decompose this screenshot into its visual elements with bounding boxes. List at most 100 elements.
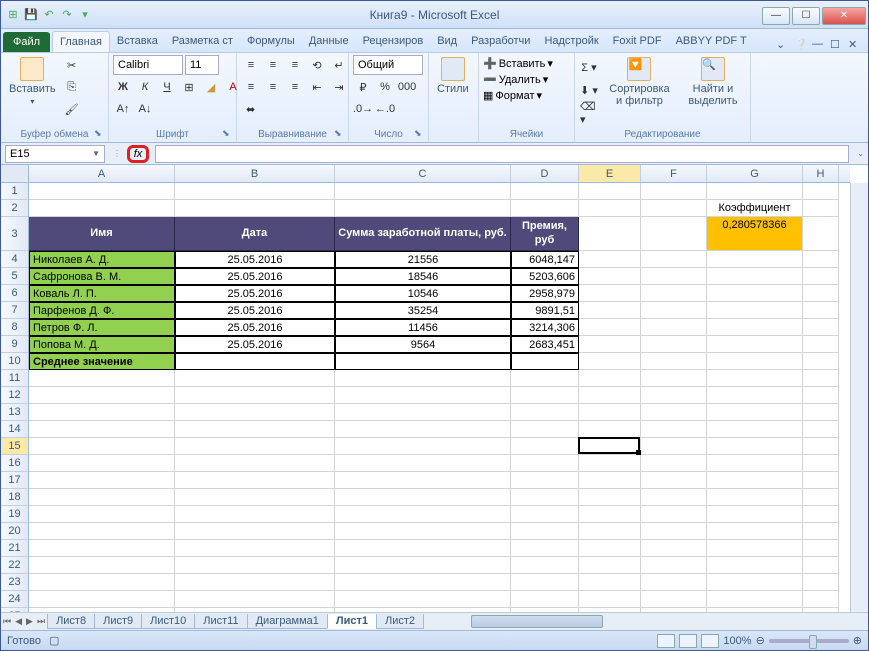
cell[interactable] — [511, 540, 579, 557]
border-button[interactable]: ⊞ — [179, 77, 199, 97]
col-header-B[interactable]: B — [175, 165, 335, 182]
cell[interactable] — [641, 285, 707, 302]
cell[interactable] — [335, 200, 511, 217]
sheet-tab-Лист10[interactable]: Лист10 — [141, 614, 195, 629]
cell[interactable] — [579, 523, 641, 540]
cell[interactable] — [579, 404, 641, 421]
cell[interactable] — [579, 302, 641, 319]
cell[interactable] — [641, 336, 707, 353]
cell[interactable] — [707, 523, 803, 540]
cell[interactable] — [803, 523, 839, 540]
cell[interactable] — [29, 574, 175, 591]
cell[interactable] — [175, 523, 335, 540]
cell[interactable] — [641, 319, 707, 336]
cell[interactable] — [511, 438, 579, 455]
ribbon-tab-3[interactable]: Формулы — [240, 31, 302, 52]
cell[interactable] — [511, 455, 579, 472]
cell[interactable] — [29, 421, 175, 438]
tab-nav-prev-icon[interactable]: ◀ — [13, 616, 24, 627]
cell[interactable] — [175, 404, 335, 421]
cell[interactable] — [511, 353, 579, 370]
font-launcher-icon[interactable]: ⬊ — [222, 128, 234, 140]
cell[interactable] — [29, 557, 175, 574]
cell[interactable] — [175, 574, 335, 591]
cell[interactable] — [175, 370, 335, 387]
row-header-23[interactable]: 23 — [1, 574, 28, 591]
cell[interactable] — [579, 353, 641, 370]
horizontal-scrollbar[interactable] — [427, 613, 868, 630]
cell[interactable] — [641, 506, 707, 523]
cell[interactable]: Николаев А. Д. — [29, 251, 175, 268]
insert-cells-button[interactable]: ➕Вставить ▾ — [483, 57, 553, 70]
cell[interactable]: 2958,979 — [511, 285, 579, 302]
col-header-D[interactable]: D — [511, 165, 579, 182]
underline-button[interactable]: Ч — [157, 77, 177, 97]
find-select-button[interactable]: 🔍Найти и выделить — [680, 55, 746, 109]
sort-filter-button[interactable]: 🔽Сортировка и фильтр — [601, 55, 678, 109]
cell[interactable] — [579, 268, 641, 285]
col-header-H[interactable]: H — [803, 165, 839, 182]
cell[interactable]: Среднее значение — [29, 353, 175, 370]
row-header-2[interactable]: 2 — [1, 200, 28, 217]
paste-button[interactable]: Вставить▾ — [5, 55, 60, 108]
cell[interactable] — [803, 472, 839, 489]
cell[interactable] — [175, 557, 335, 574]
cell[interactable] — [641, 438, 707, 455]
row-header-4[interactable]: 4 — [1, 251, 28, 268]
number-launcher-icon[interactable]: ⬊ — [414, 128, 426, 140]
cell[interactable] — [175, 353, 335, 370]
cell[interactable]: 25.05.2016 — [175, 302, 335, 319]
col-header-A[interactable]: A — [29, 165, 175, 182]
cell[interactable] — [579, 183, 641, 200]
cell[interactable] — [511, 387, 579, 404]
qat-more-icon[interactable]: ▾ — [77, 7, 93, 23]
cell[interactable]: 25.05.2016 — [175, 285, 335, 302]
cell[interactable] — [707, 319, 803, 336]
cell[interactable] — [707, 557, 803, 574]
cell[interactable] — [803, 574, 839, 591]
cell[interactable] — [641, 523, 707, 540]
cell[interactable] — [641, 472, 707, 489]
align-bottom-button[interactable]: ≡ — [285, 55, 305, 75]
insert-function-button[interactable]: fx — [127, 145, 149, 163]
styles-button[interactable]: Стили — [433, 55, 473, 97]
cell[interactable] — [579, 455, 641, 472]
cell[interactable] — [579, 370, 641, 387]
cell[interactable] — [29, 370, 175, 387]
cell[interactable]: Коэффициент — [707, 200, 803, 217]
cell[interactable] — [641, 455, 707, 472]
win-restore-icon[interactable]: ☐ — [830, 38, 844, 52]
cell[interactable] — [707, 455, 803, 472]
cell[interactable] — [707, 336, 803, 353]
currency-button[interactable]: ₽ — [353, 77, 373, 97]
cell[interactable]: Имя — [29, 217, 175, 251]
cell[interactable] — [29, 472, 175, 489]
win-minimize-icon[interactable]: — — [812, 38, 826, 52]
namebox-expand-icon[interactable]: ⋮ — [109, 149, 125, 158]
cell[interactable] — [707, 370, 803, 387]
cell[interactable] — [335, 438, 511, 455]
row-header-16[interactable]: 16 — [1, 455, 28, 472]
cell[interactable] — [175, 387, 335, 404]
sheet-tab-Лист11[interactable]: Лист11 — [194, 614, 247, 629]
cell[interactable] — [29, 404, 175, 421]
cell[interactable]: Сафронова В. М. — [29, 268, 175, 285]
cell[interactable] — [803, 319, 839, 336]
cell[interactable] — [511, 557, 579, 574]
cell[interactable] — [803, 336, 839, 353]
cell[interactable] — [579, 438, 641, 455]
cell[interactable] — [707, 251, 803, 268]
cell[interactable] — [641, 574, 707, 591]
clear-button[interactable]: ⌫ ▾ — [579, 103, 599, 123]
ribbon-tab-7[interactable]: Разработчи — [464, 31, 537, 52]
cell[interactable]: 11456 — [335, 319, 511, 336]
align-right-button[interactable]: ≡ — [285, 77, 305, 97]
zoom-level[interactable]: 100% — [723, 635, 751, 647]
cell[interactable] — [511, 370, 579, 387]
cell[interactable]: Петров Ф. Л. — [29, 319, 175, 336]
cell[interactable] — [579, 557, 641, 574]
row-header-22[interactable]: 22 — [1, 557, 28, 574]
row-header-6[interactable]: 6 — [1, 285, 28, 302]
cell[interactable]: Премия, руб — [511, 217, 579, 251]
formula-expand-icon[interactable]: ⌄ — [853, 149, 868, 158]
